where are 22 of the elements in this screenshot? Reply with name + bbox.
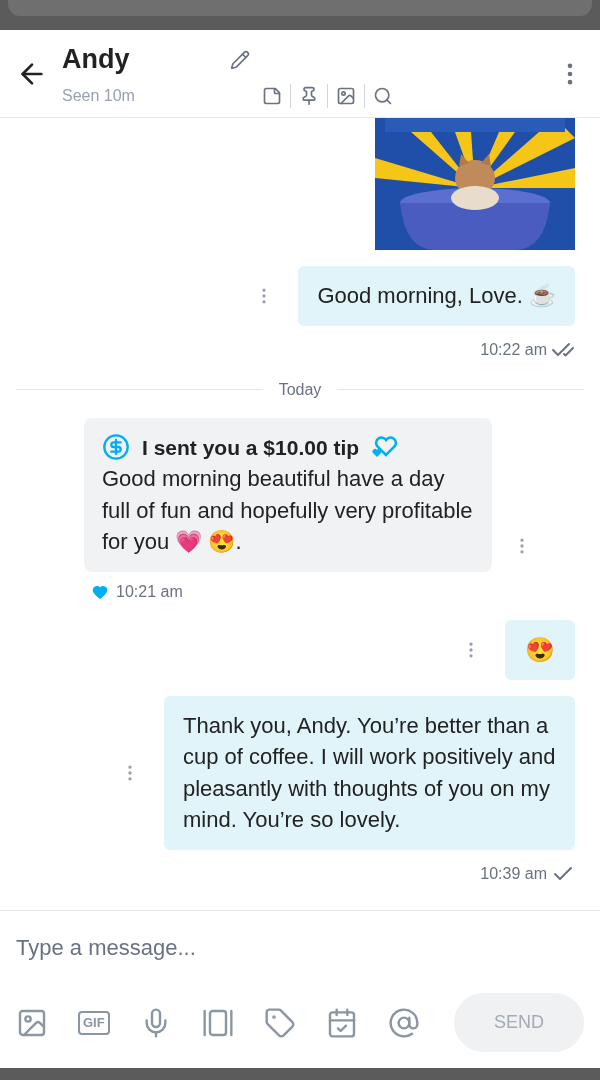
message-time: 10:39 am: [480, 863, 547, 884]
dollar-coin-icon: [102, 433, 130, 462]
at-sign-icon[interactable]: [387, 1006, 420, 1039]
message-time: 10:21 am: [116, 581, 183, 602]
image-icon[interactable]: [336, 85, 356, 106]
message-bubble: Thank you, Andy. You’re better than a cup of coffee. I will work positively and pleasantly with thoughts of you on my mind. You’re so lovely.: [164, 695, 575, 850]
message-bubble: Good morning, Love. ☕: [298, 266, 575, 326]
date-divider-label: Today: [278, 379, 322, 400]
gif-button[interactable]: GIF: [78, 1010, 110, 1035]
price-tag-icon[interactable]: [263, 1006, 296, 1039]
pin-icon[interactable]: [299, 85, 319, 106]
heart-icon[interactable]: [92, 583, 108, 600]
note-icon[interactable]: [262, 85, 282, 106]
contact-name[interactable]: Andy: [62, 39, 130, 80]
last-seen-status: Seen 10m: [62, 85, 136, 106]
message-text: Good morning beautiful have a day full of fun and hopefully very profitable for you 💗 😍.: [102, 465, 474, 556]
edit-icon[interactable]: [229, 49, 250, 70]
message-input[interactable]: Type a message...: [16, 931, 584, 964]
message-time: 10:22 am: [480, 339, 547, 360]
message-bubble: 😍: [505, 619, 575, 680]
tip-title: I sent you a $10.00 tip: [142, 434, 360, 461]
search-icon[interactable]: [373, 85, 393, 106]
